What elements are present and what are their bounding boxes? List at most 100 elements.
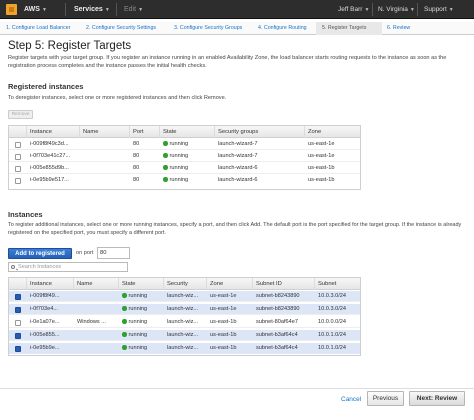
header-state[interactable]: State [119, 278, 164, 290]
cell-state-label: running [169, 153, 189, 159]
header-select [9, 278, 27, 290]
table-row[interactable]: i-0e1a07e... Windows ... running launch-… [9, 317, 360, 328]
row-checkbox[interactable] [15, 332, 21, 339]
cell-subnet-id: subnet-b8243890 [256, 293, 300, 299]
chevron-down-icon: ▼ [138, 7, 144, 13]
header-subnet[interactable]: Subnet [315, 278, 360, 290]
cell-instance: i-009f8f49... [30, 293, 60, 299]
user-menu-label: Jeff Barr [338, 6, 363, 13]
aws-cube-icon[interactable] [6, 4, 17, 15]
port-input[interactable]: 80 [97, 247, 130, 259]
table-row[interactable]: i-0f703e4... running launch-wiz... us-ea… [9, 304, 360, 315]
running-status-icon [163, 141, 168, 146]
header-security[interactable]: Security [164, 278, 207, 290]
table-row[interactable]: i-0e95b9e517... 80 running launch-wizard… [9, 175, 360, 186]
cell-instance: i-0e95b9e517... [30, 177, 69, 183]
user-menu[interactable]: Jeff Barr ▼ [338, 4, 369, 16]
row-checkbox[interactable] [15, 165, 21, 172]
cell-port: 80 [133, 141, 140, 147]
cell-subnet-id: subnet-80af64e7 [256, 319, 298, 325]
running-status-icon [163, 177, 168, 182]
row-checkbox[interactable] [15, 141, 21, 148]
services-menu[interactable]: Services ▼ [74, 4, 110, 16]
cell-state-label: running [128, 306, 148, 312]
cell-instance: i-005e855... [30, 332, 60, 338]
previous-button[interactable]: Previous [367, 391, 404, 406]
step-configure-load-balancer[interactable]: 1. Configure Load Balancer [6, 25, 71, 31]
cell-state: running [119, 317, 164, 328]
port-label: on port [76, 250, 94, 256]
table-row[interactable]: i-009f8f49... running launch-wiz... us-e… [9, 291, 360, 302]
region-menu[interactable]: N. Virginia ▼ [378, 4, 415, 16]
cell-subnet: 10.0.0.0/24 [318, 319, 346, 325]
cell-zone: us-east-1b [308, 177, 335, 183]
cancel-link[interactable]: Cancel [341, 396, 361, 403]
page-intro: Register targets with your target group.… [8, 55, 447, 69]
header-state[interactable]: State [160, 126, 215, 138]
cell-subnet-id: subnet-b3af64c4 [256, 332, 298, 338]
instances-heading: Instances [8, 210, 43, 219]
support-menu-label: Support [424, 6, 447, 13]
row-checkbox[interactable] [15, 293, 21, 300]
cell-name [74, 291, 119, 302]
header-port[interactable]: Port [130, 126, 160, 138]
row-checkbox[interactable] [15, 153, 21, 160]
search-icon [11, 264, 15, 269]
cell-security: launch-wiz... [167, 332, 199, 338]
search-input[interactable]: Search Instances [8, 262, 128, 272]
table-row[interactable]: i-0e95b9e... running launch-wiz... us-ea… [9, 343, 360, 354]
step-configure-routing[interactable]: 4. Configure Routing [258, 25, 307, 31]
registered-table-header: Instance Name Port State Security groups… [9, 126, 360, 138]
cell-instance: i-005e855d9b... [30, 165, 69, 171]
header-name[interactable]: Name [80, 126, 130, 138]
header-name[interactable]: Name [74, 278, 119, 290]
running-status-icon [122, 319, 127, 324]
header-instance[interactable]: Instance [27, 126, 80, 138]
cell-security-groups: launch-wizard-6 [218, 165, 258, 171]
header-security-groups[interactable]: Security groups [215, 126, 305, 138]
header-zone[interactable]: Zone [305, 126, 360, 138]
header-zone[interactable]: Zone [207, 278, 253, 290]
step-configure-security-groups[interactable]: 3. Configure Security Groups [174, 25, 242, 31]
table-row[interactable]: i-005e855d9b... 80 running launch-wizard… [9, 163, 360, 174]
instances-hint: To register additional instances, select… [8, 222, 462, 236]
running-status-icon [163, 153, 168, 158]
support-menu[interactable]: Support ▼ [424, 4, 454, 16]
row-checkbox[interactable] [15, 345, 21, 352]
cell-zone: us-east-1e [308, 153, 335, 159]
edit-menu[interactable]: Edit ▼ [124, 4, 143, 16]
cell-name [80, 163, 130, 174]
cell-state: running [119, 330, 164, 341]
cell-name [74, 304, 119, 315]
cell-port: 80 [133, 177, 140, 183]
running-status-icon [122, 293, 127, 298]
cell-zone: us-east-1b [210, 345, 237, 351]
step-review[interactable]: 6. Review [387, 25, 410, 31]
row-checkbox[interactable] [15, 306, 21, 313]
edit-menu-label: Edit [124, 6, 137, 13]
running-status-icon [122, 332, 127, 337]
cell-state: running [160, 151, 215, 162]
row-checkbox[interactable] [15, 177, 21, 184]
table-row[interactable]: i-0f703e41c27... 80 running launch-wizar… [9, 151, 360, 162]
cell-name [74, 330, 119, 341]
cell-zone: us-east-1b [210, 332, 237, 338]
row-checkbox[interactable] [15, 319, 21, 326]
cell-zone: us-east-1e [210, 293, 237, 299]
aws-menu[interactable]: AWS ▼ [24, 4, 47, 16]
header-subnet-id[interactable]: Subnet ID [253, 278, 315, 290]
registered-heading: Registered instances [8, 82, 84, 91]
table-row[interactable]: i-005e855... running launch-wiz... us-ea… [9, 330, 360, 341]
cell-instance: i-0f703e41c27... [30, 153, 71, 159]
add-to-registered-button[interactable]: Add to registered [8, 248, 72, 259]
cell-state: running [119, 304, 164, 315]
step-configure-security-settings[interactable]: 2. Configure Security Settings [86, 25, 156, 31]
page-title: Step 5: Register Targets [8, 40, 132, 52]
remove-button[interactable]: Remove [8, 110, 33, 119]
cell-state: running [119, 343, 164, 354]
header-instance[interactable]: Instance [27, 278, 74, 290]
cell-name [80, 139, 130, 150]
table-row[interactable]: i-009f8f49c3d... 80 running launch-wizar… [9, 139, 360, 150]
next-review-button[interactable]: Next: Review [409, 391, 465, 406]
cell-state-label: running [128, 345, 148, 351]
